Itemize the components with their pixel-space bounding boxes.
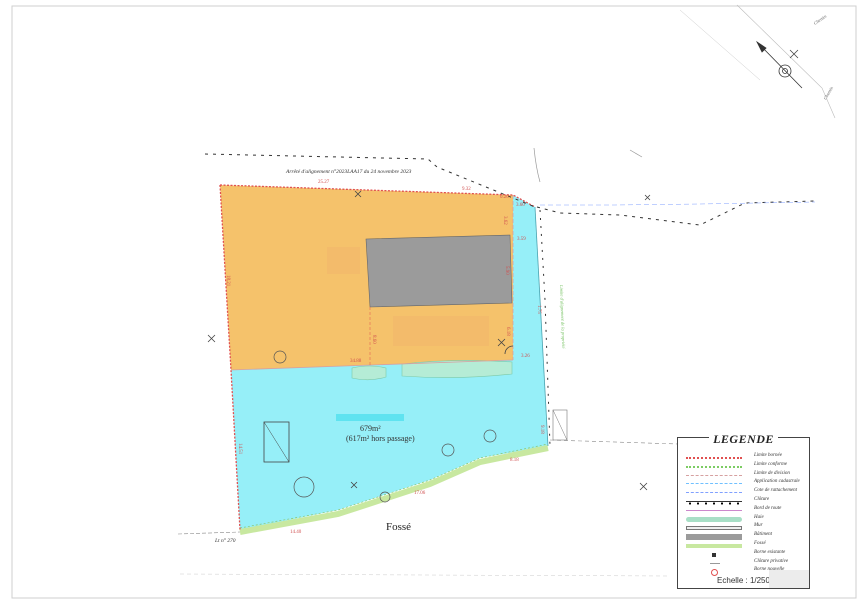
legend-label: Clôture [754, 497, 770, 502]
gate-line [552, 409, 568, 441]
dim-label: 1.75 [536, 305, 541, 314]
dim-label: 9.18 [539, 425, 544, 434]
legend-item: Clôture privative [686, 558, 806, 568]
legend-symbol [686, 526, 742, 531]
legend-item: Bord de route [686, 505, 806, 515]
legend-symbol [686, 457, 742, 462]
legend-label: Bâtiment [754, 532, 773, 538]
cross-marker [639, 482, 648, 491]
cross-marker [789, 49, 799, 59]
corner-mark [769, 570, 809, 588]
legend-symbol [686, 465, 742, 471]
legend-symbol [710, 562, 720, 567]
annex-area [393, 316, 489, 346]
decree-title: Arrêté d'alignement n°2023LAA17 du 24 no… [285, 168, 412, 175]
dim-label: 9.32 [462, 187, 471, 192]
legend-label: Mur [754, 523, 763, 529]
legend-label: Limite bornée [754, 453, 782, 458]
dim-label: 25.27 [318, 180, 330, 185]
legend-symbol [686, 509, 742, 514]
area-note: (617m² hors passage) [346, 434, 415, 443]
legend-item: Haie [686, 514, 806, 524]
legend-item: Cote de rattachement [686, 488, 806, 497]
legend-label: Cote de rattachement [754, 488, 798, 494]
cadastral-line [679, 9, 761, 81]
legend-item: Bâtiment [686, 532, 806, 541]
dim-label: 8.18 [510, 458, 519, 463]
legend-title: LEGENDE [709, 432, 778, 446]
north-arrow-icon [755, 40, 803, 89]
legend-label: Fossé [754, 541, 766, 546]
dim-label: 3.60 [516, 203, 525, 208]
legend: LEGENDE Limite bornée Limite conforme Limi… [677, 432, 810, 589]
dim-label: 18.21 [225, 275, 230, 287]
side-note: Limite d'alignement de la propriété [559, 284, 566, 350]
road-label: Chemin [813, 13, 828, 26]
area-value: 679m² [360, 424, 381, 433]
cadastral-line [540, 201, 816, 206]
dim-label: 3.26 [521, 354, 530, 359]
legend-label: Bord de route [754, 505, 782, 511]
dim-label: 14.40 [290, 530, 302, 535]
legend-item: Clôture [686, 497, 806, 506]
legend-item: Application cadastrale [686, 479, 806, 488]
cadastral-line [179, 573, 669, 577]
legend-symbol [686, 534, 742, 541]
road-line [629, 149, 643, 158]
legend-label: Limite conforme [754, 461, 787, 467]
dim-label: 8.60 [371, 335, 376, 344]
legend-symbol [686, 516, 742, 522]
fence-east [536, 200, 816, 226]
legend-item: Limite conforme [686, 461, 806, 471]
legend-symbol [712, 552, 716, 557]
dim-label: 34.88 [350, 359, 362, 364]
legend-item: Limite bornée [686, 453, 806, 462]
legend-symbol [686, 474, 742, 479]
legend-item: Fossé [686, 541, 806, 550]
cadastral-line [549, 439, 679, 445]
building [365, 234, 513, 308]
dim-label: 3.59 [517, 237, 526, 242]
dim-label: 0.20 [500, 195, 509, 200]
legend-label: Application cadastrale [754, 479, 800, 485]
legend-label: Haie [754, 514, 764, 520]
legend-symbol [686, 501, 742, 505]
dim-label: 6.18 [505, 327, 510, 336]
road-curve [533, 147, 541, 183]
legend-label: Limite de division [754, 470, 790, 476]
ditch-label: Fossé [386, 521, 411, 533]
dim-label: 3.62 [502, 216, 507, 225]
area-label-bar [336, 414, 404, 421]
dim-label: 14.51 [237, 443, 242, 455]
legend-symbol [686, 544, 742, 548]
legend-label: Clôture privative [754, 558, 789, 564]
legend-title-wrap: LEGENDE [678, 430, 809, 448]
legend-item: Borne existante [686, 549, 806, 559]
cross-marker [207, 334, 216, 343]
annex-area [327, 247, 360, 274]
dim-label: 17.06 [414, 491, 426, 496]
dim-label: 5.90 [504, 266, 509, 275]
legend-item: Mur [686, 523, 806, 532]
cross-marker [644, 194, 651, 201]
legend-symbol [686, 492, 742, 496]
legend-symbol [686, 483, 742, 487]
legend-label: Borne existante [754, 549, 786, 555]
legend-item: Limite de division [686, 470, 806, 480]
parcel-ref: Lt n° 270 [214, 537, 236, 544]
cadastral-line [177, 531, 241, 535]
hedge [351, 365, 387, 381]
